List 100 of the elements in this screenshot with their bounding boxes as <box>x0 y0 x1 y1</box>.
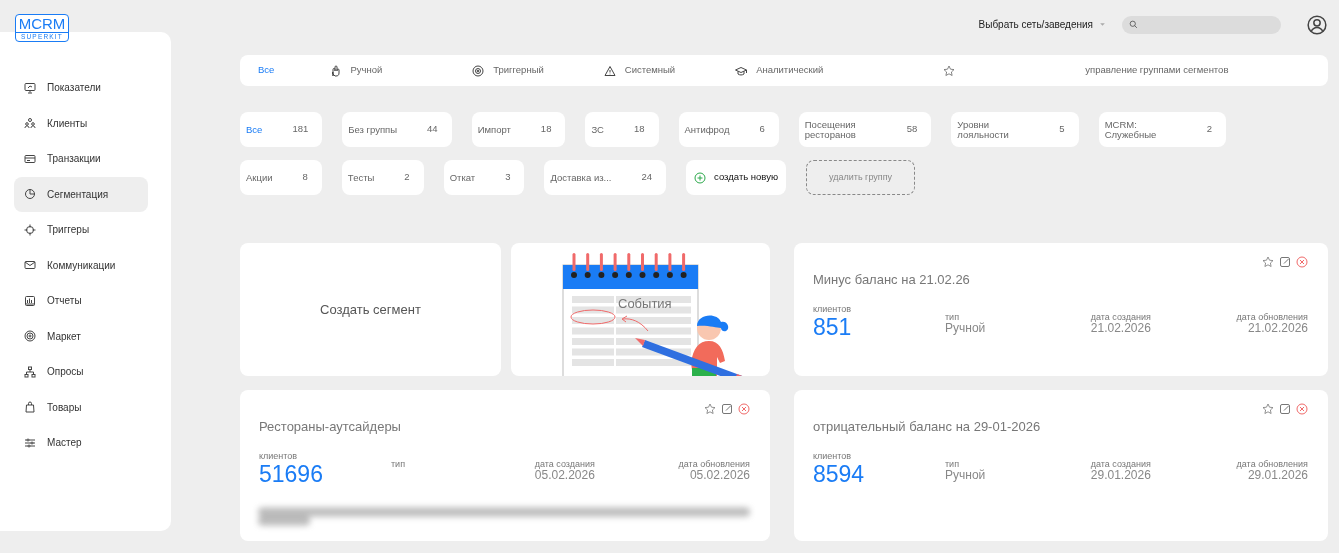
stat-value: 29.01.2026 <box>1090 468 1152 482</box>
group-chip[interactable]: Антифрод 6 <box>678 112 779 147</box>
search-field[interactable] <box>1122 15 1281 34</box>
group-label: Все <box>246 124 263 135</box>
group-chip[interactable]: Все 181 <box>240 112 323 147</box>
sliders-icon <box>24 436 36 449</box>
group-count: 2 <box>1206 122 1212 137</box>
segment-type-tab[interactable]: Ручной <box>329 63 383 78</box>
sidebar-item[interactable]: Товары <box>14 389 148 425</box>
group-chip[interactable]: Тесты 2 <box>341 160 424 195</box>
close-icon[interactable] <box>1296 403 1308 415</box>
group-chip[interactable]: Акции 8 <box>240 160 322 195</box>
group-count: 8 <box>302 170 308 185</box>
segment-card[interactable]: Рестораны-аутсайдеры клиентов 51696 тип дата создания 05.02.2026 дата обновления 05.02.2026 <box>240 390 770 541</box>
client-count: 8594 <box>813 460 866 487</box>
stat-label: тип <box>945 311 961 322</box>
group-count: 18 <box>633 122 645 137</box>
star-icon[interactable] <box>1262 403 1274 415</box>
sidebar-item[interactable]: Мастер <box>14 425 148 461</box>
group-count: 5 <box>1059 122 1065 137</box>
group-count: 181 <box>292 122 309 137</box>
network-select-label: Выбрать сеть/заведения <box>978 18 1093 32</box>
segment-type-tab[interactable]: Системный <box>603 63 676 78</box>
edit-icon[interactable] <box>1279 256 1291 268</box>
sidebar-item[interactable]: Транзакции <box>14 141 148 177</box>
group-chip[interactable]: MCRM: Служебные 2 <box>1098 112 1226 147</box>
create-segment-button[interactable]: Создать сегмент <box>240 243 501 376</box>
target-icon <box>24 330 36 343</box>
search-icon <box>1129 20 1138 29</box>
people-icon <box>24 117 36 130</box>
edit-icon[interactable] <box>1279 403 1291 415</box>
segment-title: отрицательный баланс на 29-01-2026 <box>813 418 1042 436</box>
sidebar-item[interactable]: Триггеры <box>14 212 148 248</box>
group-chip[interactable]: Доставка из... 24 <box>544 160 667 195</box>
segment-type-tab[interactable]: Все <box>258 63 275 78</box>
manage-groups-link[interactable]: управление группами сегментов <box>1085 63 1229 78</box>
segment-type-tab[interactable]: Аналитический <box>735 63 824 78</box>
network-select[interactable]: Выбрать сеть/заведения <box>978 17 1106 32</box>
group-count: 6 <box>759 122 765 137</box>
sidebar-item[interactable]: Маркет <box>14 318 148 354</box>
stat-label: дата создания <box>1090 311 1152 322</box>
group-label: Акции <box>246 172 273 183</box>
events-label: События <box>618 295 672 313</box>
group-label: Тесты <box>347 172 375 183</box>
group-count: 18 <box>540 122 552 137</box>
group-label: Импорт <box>477 124 511 135</box>
segment-card[interactable]: отрицательный баланс на 29-01-2026 клиентов 8594 тип Ручной дата создания 29.01.2026 дата обновления 29.01.2026 <box>794 390 1328 541</box>
events-card[interactable]: События <box>511 243 770 376</box>
sidebar-item[interactable]: Коммуникации <box>14 247 148 283</box>
stat-label: клиентов <box>813 450 853 461</box>
hand-icon <box>329 64 342 77</box>
group-label: Уровни лояльности <box>957 119 1010 140</box>
group-chip[interactable]: Без группы 44 <box>342 112 452 147</box>
stat-label: дата обновления <box>1236 458 1308 469</box>
sidebar-item[interactable]: Отчеты <box>14 283 148 319</box>
close-icon[interactable] <box>1296 256 1308 268</box>
segment-type-tab[interactable]: Триггерный <box>472 63 544 78</box>
user-avatar-icon[interactable] <box>1307 14 1327 35</box>
group-chip[interactable]: ЗС 18 <box>585 112 659 147</box>
group-label: Откат <box>449 172 476 183</box>
delete-group-button[interactable]: удалить группу <box>806 160 916 195</box>
client-count: 851 <box>813 313 853 340</box>
create-group-button[interactable]: создать новую <box>686 160 787 195</box>
group-chip[interactable]: Посещения ресторанов 58 <box>798 112 932 147</box>
logo-title: MCRM <box>17 15 67 32</box>
stat-value: 05.02.2026 <box>689 468 750 482</box>
report-icon <box>24 294 36 307</box>
stat-label: дата обновления <box>678 458 750 469</box>
pie-chart-icon <box>24 188 36 201</box>
graduation-cap-icon <box>735 64 748 77</box>
group-count: 3 <box>505 170 511 185</box>
monitor-icon <box>24 81 36 94</box>
star-icon[interactable] <box>1262 256 1274 268</box>
segment-card[interactable]: Минус баланс на 21.02.26 клиентов 851 тип Ручной дата создания 21.02.2026 дата обновления 21.02.2026 <box>794 243 1328 376</box>
sidebar-item[interactable]: Сегментация <box>14 176 148 212</box>
group-count: 58 <box>906 122 918 137</box>
stat-label: дата обновления <box>1236 311 1308 322</box>
sidebar-item[interactable]: Показатели <box>14 70 148 106</box>
star-icon[interactable] <box>704 403 716 415</box>
group-chip[interactable]: Уровни лояльности 5 <box>951 112 1079 147</box>
segment-title: Минус баланс на 21.02.26 <box>813 271 971 289</box>
group-chip[interactable]: Импорт 18 <box>471 112 566 147</box>
stat-label: клиентов <box>259 450 299 461</box>
sidebar-item[interactable]: Клиенты <box>14 105 148 141</box>
group-chip[interactable]: Откат 3 <box>443 160 525 195</box>
group-label: Антифрод <box>684 124 730 135</box>
stat-label: тип <box>945 458 961 469</box>
crosshair-icon <box>24 223 36 236</box>
hierarchy-icon <box>24 365 36 378</box>
target-icon <box>472 64 485 77</box>
stat-value: 29.01.2026 <box>1247 468 1308 482</box>
group-label: Без группы <box>348 124 398 135</box>
group-count: 44 <box>427 122 438 137</box>
sidebar-item[interactable]: Опросы <box>14 354 148 390</box>
close-icon[interactable] <box>738 403 750 415</box>
edit-icon[interactable] <box>721 403 733 415</box>
stat-value: Ручной <box>945 468 987 482</box>
group-count: 24 <box>641 170 653 185</box>
stat-label: дата создания <box>1090 458 1152 469</box>
favorites-tab[interactable] <box>943 64 956 77</box>
